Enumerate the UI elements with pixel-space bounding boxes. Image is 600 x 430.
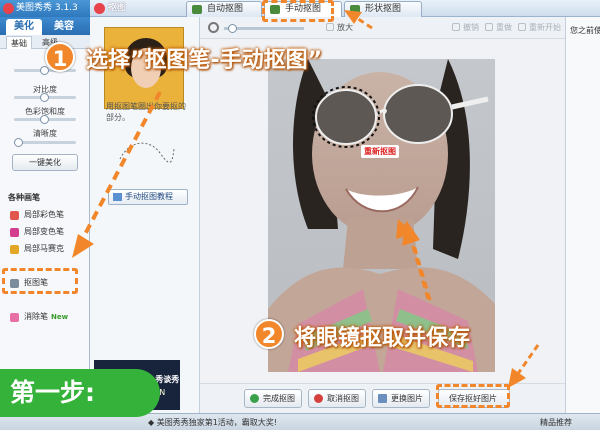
step-2-badge: 2	[254, 319, 284, 349]
step-1-instruction: 选择”抠图笔-手动抠图”	[86, 48, 323, 73]
screen: 美图秀秀 3.1.3 抠图 自动抠图 手动抠图 形状抠图 美化 美容 基础 高级…	[0, 0, 600, 430]
step-2-instruction: 将眼镜抠取并保存	[294, 326, 471, 351]
step-1-badge: 1	[45, 42, 75, 72]
step-title-badge: 第一步:	[0, 369, 160, 417]
